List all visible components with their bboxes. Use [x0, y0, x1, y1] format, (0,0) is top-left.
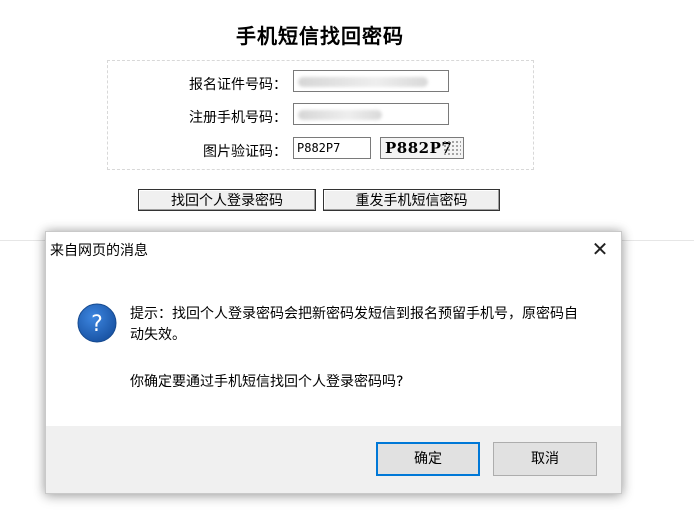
phone-row: 注册手机号码： — [108, 103, 533, 129]
phone-label: 注册手机号码： — [189, 110, 287, 126]
captcha-image[interactable]: P882P7 — [380, 137, 464, 159]
svg-text:?: ? — [91, 312, 103, 337]
captcha-input[interactable]: P882P7 — [293, 137, 371, 159]
retrieve-form: 报名证件号码： 注册手机号码： 图片验证码： P882P7 P882P7 — [107, 60, 534, 170]
id-number-input[interactable] — [293, 70, 449, 92]
dialog-question: 你确定要通过手机短信找回个人登录密码吗? — [130, 374, 404, 390]
phone-input[interactable] — [293, 103, 449, 125]
captcha-noise — [443, 140, 461, 156]
redacted-value — [298, 77, 428, 87]
dialog-titlebar: 来自网页的消息 ✕ — [46, 232, 621, 266]
resend-sms-button[interactable]: 重发手机短信密码 — [323, 189, 500, 211]
dialog-message: 提示：找回个人登录密码会把新密码发短信到报名预留手机号，原密码自动失效。 — [130, 306, 578, 343]
message-dialog: 来自网页的消息 ✕ ? 提示：找回个人登录密码会把新密码发短信到报名预留手机号，… — [45, 231, 622, 494]
id-number-row: 报名证件号码： — [108, 70, 533, 96]
captcha-label: 图片验证码： — [203, 144, 287, 160]
page-title: 手机短信找回密码 — [236, 24, 404, 48]
question-icon: ? — [77, 303, 117, 343]
page: 手机短信找回密码 报名证件号码： 注册手机号码： 图片验证码： P882P7 P… — [0, 0, 694, 515]
ok-button[interactable]: 确定 — [376, 442, 480, 476]
redacted-value — [298, 110, 382, 120]
cancel-button[interactable]: 取消 — [493, 442, 597, 476]
id-number-label: 报名证件号码： — [189, 77, 287, 93]
close-icon[interactable]: ✕ — [585, 235, 615, 263]
captcha-row: 图片验证码： P882P7 P882P7 — [108, 137, 533, 163]
retrieve-password-button[interactable]: 找回个人登录密码 — [138, 189, 316, 211]
dialog-title: 来自网页的消息 — [50, 243, 148, 259]
dialog-body: ? 提示：找回个人登录密码会把新密码发短信到报名预留手机号，原密码自动失效。 你… — [46, 266, 621, 426]
dialog-footer: 确定 取消 — [46, 426, 621, 493]
